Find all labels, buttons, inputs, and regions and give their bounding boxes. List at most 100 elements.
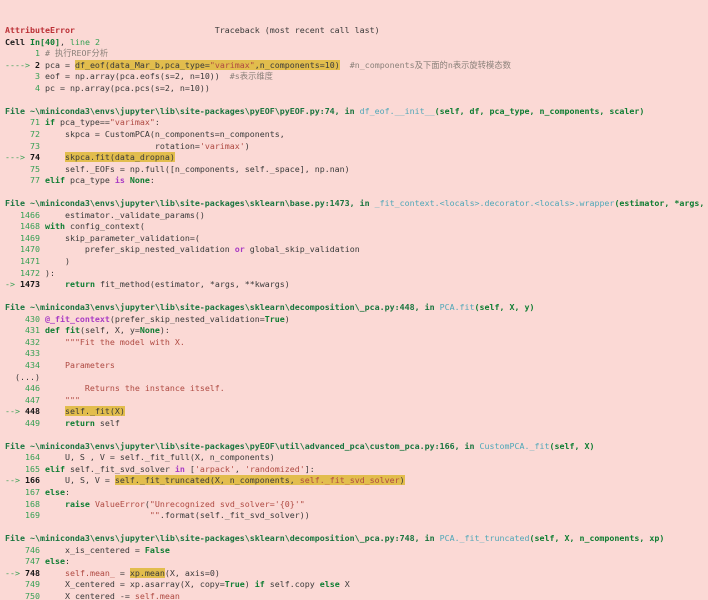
- token-d: (prefer_skip_nested_validation=: [110, 314, 265, 324]
- token-cy: df_eof.__init__: [360, 106, 435, 116]
- token-hd: xp.mean: [130, 568, 165, 578]
- jupyter-error-traceback: AttributeError Traceback (most recent ca…: [0, 0, 708, 600]
- token-d: [45, 418, 65, 428]
- token-an: 748: [25, 568, 40, 578]
- token-b: False: [145, 545, 170, 555]
- token-d: :: [155, 117, 160, 127]
- traceback-line: 1 # 执行REOF分析: [5, 48, 708, 60]
- token-d: Traceback (most recent call last): [75, 25, 380, 35]
- traceback-line: [5, 187, 708, 199]
- token-b: True: [265, 314, 285, 324]
- traceback-line: 747 else:: [5, 556, 708, 568]
- traceback-line: 432 """Fit the model with X.: [5, 337, 708, 349]
- token-gn: 1: [5, 48, 45, 58]
- token-cm: # 执行REOF分析: [45, 48, 108, 58]
- token-hd: ): [400, 475, 405, 485]
- token-d: pca_type==: [55, 117, 110, 127]
- token-d: ): [245, 579, 255, 589]
- traceback-line: 446 Returns the instance itself.: [5, 383, 708, 395]
- token-gn: 746: [5, 545, 45, 555]
- traceback-line: 1469 skip_parameter_validation=(: [5, 233, 708, 245]
- traceback-line: File ~\miniconda3\envs\jupyter\lib\site-…: [5, 441, 708, 453]
- token-gn: 747: [5, 556, 45, 566]
- token-cy: _fit_context.<locals>.decorator.<locals>…: [375, 198, 615, 208]
- token-gn: --->: [5, 152, 30, 162]
- token-rd: ValueError: [95, 499, 145, 509]
- token-gn: 1466: [5, 210, 45, 220]
- token-d: fit_method(estimator, *args, **kwargs): [95, 279, 290, 289]
- token-gn: 750: [5, 591, 45, 600]
- token-gn: ---->: [5, 60, 35, 70]
- token-d: self: [95, 418, 120, 428]
- token-d: x_is_centered =: [45, 545, 145, 555]
- traceback-line: 449 return self: [5, 418, 708, 430]
- token-gn: 446: [5, 383, 45, 393]
- token-s: "varimax": [110, 117, 155, 127]
- token-gn: 167: [5, 487, 45, 497]
- token-gn: 433: [5, 348, 45, 358]
- token-hr: self._fit_svd_solver: [300, 475, 400, 485]
- token-d: prefer_skip_nested_validation: [45, 244, 235, 254]
- token-d: =: [115, 568, 130, 578]
- token-gn: 1472: [5, 268, 45, 278]
- token-d: ): [245, 141, 250, 151]
- token-fa: (estimator, *args, **kwargs): [614, 198, 708, 208]
- token-cm: #n_components及下面的n表示旋转模态数: [350, 60, 511, 70]
- token-k: return: [65, 279, 95, 289]
- token-an: 448: [25, 406, 40, 416]
- token-gn: -->: [5, 475, 25, 485]
- token-d: ): [285, 314, 290, 324]
- token-d: [40, 152, 65, 162]
- token-s: "Unrecognized svd_solver='{0}'": [150, 499, 305, 509]
- token-gn: 1470: [5, 244, 45, 254]
- token-gn: 749: [5, 579, 45, 589]
- token-d: ):: [160, 325, 170, 335]
- token-s: """: [45, 395, 80, 405]
- token-k: if: [255, 579, 265, 589]
- token-d: pc = np.array(pca.pcs(s=2, n=10)): [45, 83, 210, 93]
- token-d: U, S , V = self._fit_full(X, n_component…: [45, 452, 275, 462]
- token-gn: 1469: [5, 233, 45, 243]
- traceback-line: File ~\miniconda3\envs\jupyter\lib\site-…: [5, 533, 708, 545]
- token-hd: ,n_components=10): [255, 60, 340, 70]
- token-b: None: [140, 325, 160, 335]
- traceback-line: (...): [5, 372, 708, 384]
- traceback-line: 71 if pca_type=="varimax":: [5, 117, 708, 129]
- token-gn: 449: [5, 418, 45, 428]
- token-gn: 4: [5, 83, 45, 93]
- token-gn: 164: [5, 452, 45, 462]
- token-gn: 168: [5, 499, 45, 509]
- token-r: AttributeError: [5, 25, 75, 35]
- token-gn: 1471: [5, 256, 45, 266]
- traceback-line: 749 X_centered = xp.asarray(X, copy=True…: [5, 579, 708, 591]
- token-s: Returns the instance itself.: [45, 383, 225, 393]
- token-d: X_centered = xp.asarray(X, copy=: [45, 579, 225, 589]
- token-d: global_skip_validation: [245, 244, 360, 254]
- token-d: U, S, V =: [40, 475, 115, 485]
- token-d: pca =: [40, 60, 75, 70]
- traceback-line: -> 1473 return fit_method(estimator, *ar…: [5, 279, 708, 291]
- traceback-line: AttributeError Traceback (most recent ca…: [5, 25, 708, 37]
- traceback-line: 77 elif pca_type is None:: [5, 175, 708, 187]
- token-k: with: [45, 221, 65, 231]
- token-an: 1473: [20, 279, 40, 289]
- traceback-line: 75 self._EOFs = np.full([n_components, s…: [5, 164, 708, 176]
- token-gn: -->: [5, 406, 25, 416]
- token-k: else: [45, 487, 65, 497]
- token-fa: (self, X): [549, 441, 594, 451]
- token-k: raise: [65, 499, 90, 509]
- traceback-line: 1471 ): [5, 256, 708, 268]
- token-d: ,: [235, 464, 245, 474]
- token-d: (...): [5, 372, 40, 382]
- traceback-line: 750 X_centered -= self.mean_: [5, 591, 708, 600]
- token-gn: ->: [5, 279, 20, 289]
- token-p: is: [115, 175, 125, 185]
- token-fp: File ~\miniconda3\envs\jupyter\lib\site-…: [5, 302, 440, 312]
- token-d: rotation=: [45, 141, 200, 151]
- traceback-line: 1466 estimator._validate_params(): [5, 210, 708, 222]
- token-d: [40, 279, 65, 289]
- token-gn: 3: [5, 71, 45, 81]
- token-d: .format(self._fit_svd_solver)): [160, 510, 310, 520]
- token-d: [40, 568, 65, 578]
- traceback-line: --> 166 U, S, V = self._fit_truncated(X,…: [5, 475, 708, 487]
